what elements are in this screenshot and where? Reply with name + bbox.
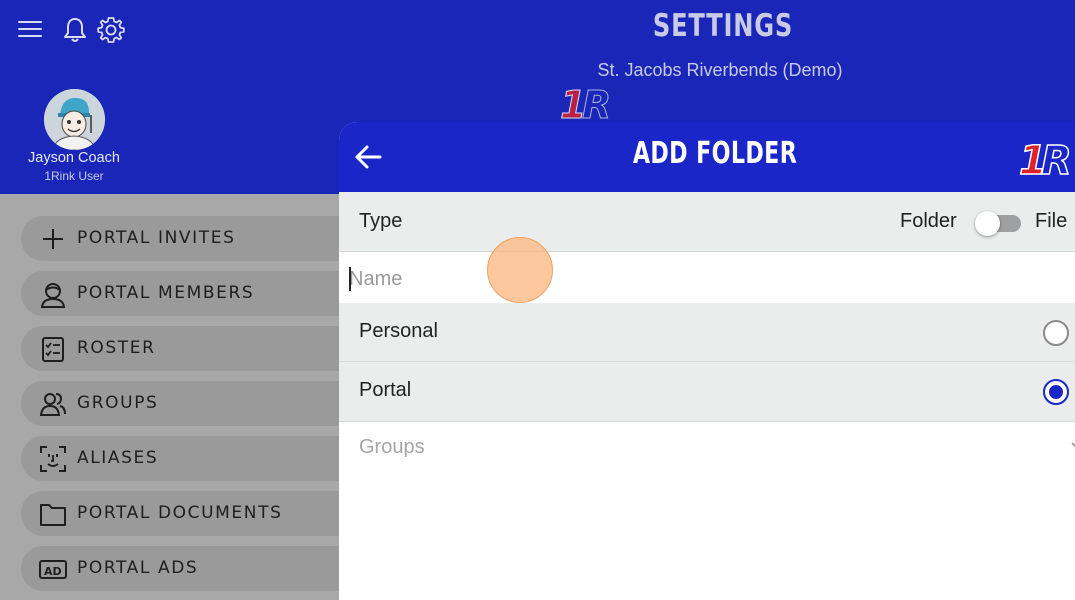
user-role: 1Rink User — [44, 169, 104, 183]
sidebar-item-label: PORTAL INVITES — [77, 228, 236, 248]
sidebar-item-label: PORTAL ADS — [77, 558, 199, 578]
chevron-down-icon — [1071, 442, 1075, 448]
dialog-title: ADD FOLDER — [632, 136, 798, 171]
toggle-folder-label: Folder — [900, 210, 957, 232]
checklist-icon — [42, 337, 64, 362]
plus-icon — [43, 229, 63, 249]
toggle-file-label: File — [1035, 210, 1068, 232]
bell-icon[interactable] — [62, 16, 88, 44]
svg-text:R: R — [582, 84, 611, 124]
folder-icon — [40, 504, 66, 526]
avatar[interactable] — [44, 89, 105, 150]
text-caret — [349, 267, 351, 291]
sidebar-item-label: ROSTER — [77, 338, 156, 358]
sidebar-item-portal-documents[interactable]: PORTAL DOCUMENTS — [21, 491, 361, 536]
sidebar: PORTAL INVITES PORTAL MEMBERS ROSTER GRO… — [0, 194, 361, 600]
member-icon — [40, 283, 66, 308]
ad-icon: AD — [39, 560, 67, 579]
type-row: Type Folder File — [339, 192, 1075, 252]
page-title: SETTINGS — [652, 8, 794, 44]
option-portal[interactable]: Portal — [339, 362, 1075, 422]
add-folder-dialog: ADD FOLDER 1 R Type Folder File Personal… — [339, 122, 1075, 600]
groups-placeholder: Groups — [359, 436, 425, 458]
sidebar-item-portal-members[interactable]: PORTAL MEMBERS — [21, 271, 361, 316]
sidebar-item-label: PORTAL MEMBERS — [77, 283, 255, 303]
folder-file-toggle[interactable] — [975, 211, 1021, 236]
face-scan-icon — [40, 446, 66, 472]
type-label: Type — [359, 210, 403, 232]
sidebar-item-label: GROUPS — [77, 393, 159, 413]
option-label: Portal — [359, 379, 412, 401]
option-personal[interactable]: Personal — [339, 303, 1075, 362]
option-label: Personal — [359, 320, 438, 342]
sidebar-item-label: ALIASES — [77, 448, 159, 468]
sidebar-item-groups[interactable]: GROUPS — [21, 381, 361, 426]
sidebar-item-portal-invites[interactable]: PORTAL INVITES — [21, 216, 361, 261]
hamburger-icon[interactable] — [18, 21, 42, 39]
svg-text:AD: AD — [44, 565, 62, 578]
sidebar-item-roster[interactable]: ROSTER — [21, 326, 361, 371]
sidebar-item-label: PORTAL DOCUMENTS — [77, 503, 283, 523]
name-row — [339, 253, 1075, 303]
sidebar-item-portal-ads[interactable]: AD PORTAL ADS — [21, 546, 361, 591]
user-name: Jayson Coach — [28, 150, 120, 166]
organization-name: St. Jacobs Riverbends (Demo) — [597, 60, 843, 80]
gear-icon[interactable] — [97, 16, 125, 44]
groups-select[interactable]: Groups — [339, 423, 1075, 473]
brand-logo: 1 R — [560, 84, 612, 124]
brand-logo: 1 R — [1019, 137, 1073, 180]
portal-radio[interactable] — [1043, 379, 1069, 405]
name-input[interactable] — [349, 263, 1069, 295]
people-icon — [39, 393, 66, 416]
back-arrow-icon[interactable] — [353, 142, 383, 172]
dialog-header: ADD FOLDER 1 R — [339, 122, 1075, 192]
sidebar-item-aliases[interactable]: ALIASES — [21, 436, 361, 481]
svg-text:R: R — [1041, 138, 1072, 180]
personal-radio[interactable] — [1043, 320, 1069, 346]
user-avatar-icon — [44, 89, 105, 150]
